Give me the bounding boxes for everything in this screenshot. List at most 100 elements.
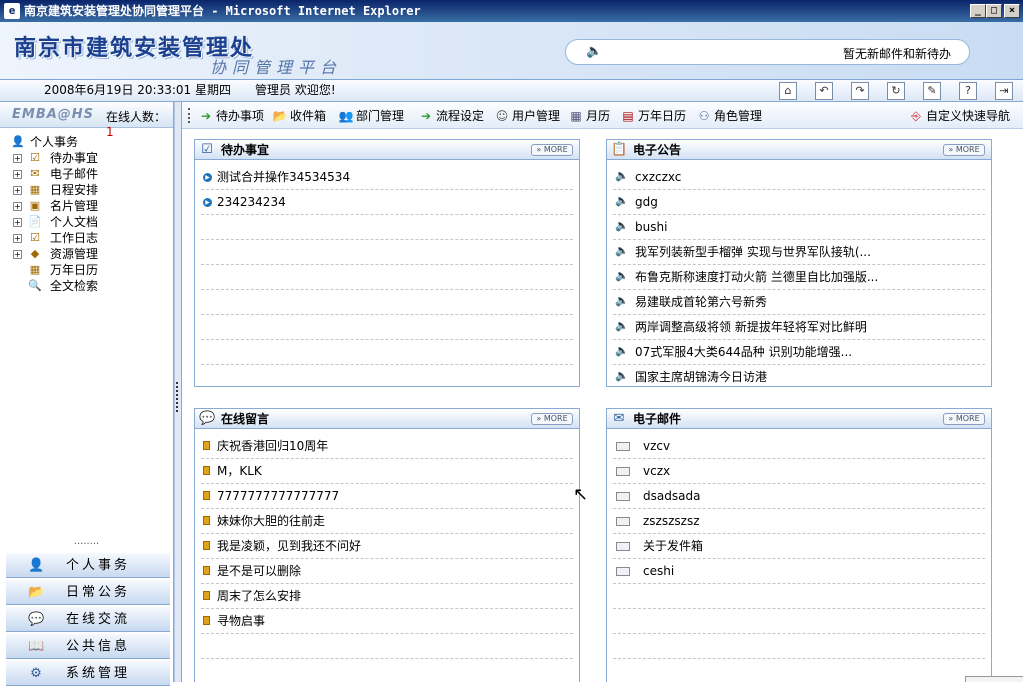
list-item[interactable]: 🔈 bushi [613,215,985,240]
nav-daily[interactable]: 📂 日常公务 [6,579,170,605]
minimize-button[interactable]: _ [970,4,986,18]
list-item[interactable]: vczx [613,459,985,484]
list-item[interactable]: vzcv [613,434,985,459]
toolbar-month[interactable]: ▦ 月历 [568,108,610,124]
list-item[interactable]: 🔈 gdg [613,190,985,215]
back-icon[interactable]: ↶ [815,82,833,100]
toolbar-department[interactable]: 👥 部门管理 [338,108,405,124]
user-icon: ☺ [495,109,509,123]
list-item[interactable]: 是不是可以删除 [201,559,573,584]
list-item[interactable]: 🔈 易建联成首轮第六号新秀 [613,290,985,315]
expand-icon[interactable]: + [13,154,22,163]
tree-item-cards[interactable]: + ▣ 名片管理 [8,198,168,214]
tree-item-search[interactable]: 🔍 全文检索 [8,278,168,294]
checklist-icon: ☑ [30,151,40,164]
tree-item-personal[interactable]: 👤 个人事务 [8,134,168,150]
maximize-button[interactable]: □ [986,4,1002,18]
speaker-icon: 🔈 [615,269,629,282]
empty-row [201,215,573,240]
note-icon [203,441,210,450]
folder-icon: 📂 [28,585,45,600]
list-item[interactable]: ▶ 234234234 [201,190,573,215]
envelope-icon [616,492,630,501]
close-button[interactable]: × [1004,4,1020,18]
list-item[interactable]: 周末了怎么安排 [201,584,573,609]
list-item[interactable]: 🔈 我军列装新型手榴弹 实现与世界军队接轨(... [613,240,985,265]
toolbar-users[interactable]: ☺ 用户管理 [494,108,560,124]
more-button[interactable]: » MORE [943,413,985,425]
home-icon[interactable]: ⌂ [779,82,797,100]
list-item[interactable]: 庆祝香港回归10周年 [201,434,573,459]
tree-item-todo[interactable]: + ☑ 待办事宜 [8,150,168,166]
nav-personal[interactable]: 👤 个人事务 [6,552,170,578]
forward-icon[interactable]: ↷ [851,82,869,100]
list-item[interactable]: zszszszsz [613,509,985,534]
list-item[interactable]: 7777777777777777 [201,484,573,509]
expand-icon[interactable]: + [13,170,22,179]
edit-icon[interactable]: ✎ [923,82,941,100]
mail-list: vzcv vczx dsadsada zszszszsz 关于发件箱 ceshi [613,434,985,682]
list-item[interactable]: ceshi [613,559,985,584]
toolbar-inbox[interactable]: 📂 收件箱 [272,108,327,124]
list-item[interactable]: dsadsada [613,484,985,509]
main-content: ☑ 待办事宜 » MORE ▶ 测试合并操作34534534 ▶ 234234234… [182,129,1023,682]
refresh-icon[interactable]: ↻ [887,82,905,100]
list-item[interactable]: 🔈 cxzczxc [613,165,985,190]
nav-tree: 👤 个人事务 + ☑ 待办事宜 + ✉ 电子邮件 + ▦ 日程安排 + ▣ 名片管理 + 📄 个人文档… [8,134,168,294]
expand-icon[interactable]: + [13,234,22,243]
splitter-grip[interactable] [176,382,180,412]
list-item[interactable]: 🔈 两岸调整高级将领 新提拔年轻将军对比鲜明 [613,315,985,340]
nav-system[interactable]: ⚙ 系统管理 [6,660,170,686]
note-icon [203,616,210,625]
expand-icon[interactable]: + [13,202,22,211]
tree-item-documents[interactable]: + 📄 个人文档 [8,214,168,230]
more-button[interactable]: » MORE [531,413,573,425]
list-item[interactable]: 寻物启事 [201,609,573,634]
list-item[interactable]: 🔈 07式军服4大类644品种 识别功能增强... [613,340,985,365]
expand-icon[interactable]: + [13,186,22,195]
toolbar-calendar[interactable]: ▤ 万年日历 [620,108,686,124]
more-button[interactable]: » MORE [531,144,573,156]
panel-splitter[interactable] [174,102,182,682]
empty-row [613,659,985,682]
toolbar-workflow[interactable]: ➔ 流程设定 [418,108,484,124]
datetime: 2008年6月19日 20:33:01 星期四 [44,83,231,97]
list-item[interactable]: 关于发件箱 [613,534,985,559]
custom-nav-link[interactable]: ⎆ 自定义快速导航 [908,108,1010,124]
expand-icon[interactable]: + [13,218,22,227]
more-button[interactable]: » MORE [943,144,985,156]
announcement-icon: 📋 [611,142,628,157]
grid-icon: ▦ [570,109,582,123]
nav-chat[interactable]: 💬 在线交流 [6,606,170,632]
panel-todo: ☑ 待办事宜 » MORE ▶ 测试合并操作34534534 ▶ 234234234 [194,139,580,387]
user-greeting: 管理员 欢迎您! [255,83,336,97]
note-icon [203,591,210,600]
list-item[interactable]: 🔈 布鲁克斯称速度打动火箭 兰德里自比加强版... [613,265,985,290]
notice-text: 暂无新邮件和新待办 [843,47,952,61]
tree-item-schedule[interactable]: + ▦ 日程安排 [8,182,168,198]
calendar-icon: ▦ [29,183,41,196]
list-item[interactable]: ▶ 测试合并操作34534534 [201,165,573,190]
list-item[interactable]: 妹妹你大胆的往前走 [201,509,573,534]
toolbar-grip [188,108,191,123]
toolbar-todo[interactable]: ➔ 待办事项 [198,108,264,124]
help-icon[interactable]: ? [959,82,977,100]
list-item[interactable]: 我是凌颖，见到我还不问好 [201,534,573,559]
empty-row [201,659,573,682]
list-item[interactable]: 🔈 国家主席胡锦涛今日访港 [613,365,985,386]
note-icon [203,566,210,575]
toolbar-roles[interactable]: ⚇ 角色管理 [696,108,762,124]
empty-row [201,315,573,340]
tree-item-resources[interactable]: + ◆ 资源管理 [8,246,168,262]
note-icon [203,466,210,475]
panel-grip[interactable]: ········ [0,540,173,552]
tree-item-worklog[interactable]: + ☑ 工作日志 [8,230,168,246]
expand-icon[interactable]: + [13,250,22,259]
logout-icon[interactable]: ⇥ [995,82,1013,100]
tree-item-calendar[interactable]: ▦ 万年日历 [8,262,168,278]
tree-item-email[interactable]: + ✉ 电子邮件 [8,166,168,182]
todo-list: ▶ 测试合并操作34534534 ▶ 234234234 [201,165,573,365]
list-item[interactable]: M，KLK [201,459,573,484]
person-icon: 👤 [28,558,45,573]
nav-public[interactable]: 📖 公共信息 [6,633,170,659]
